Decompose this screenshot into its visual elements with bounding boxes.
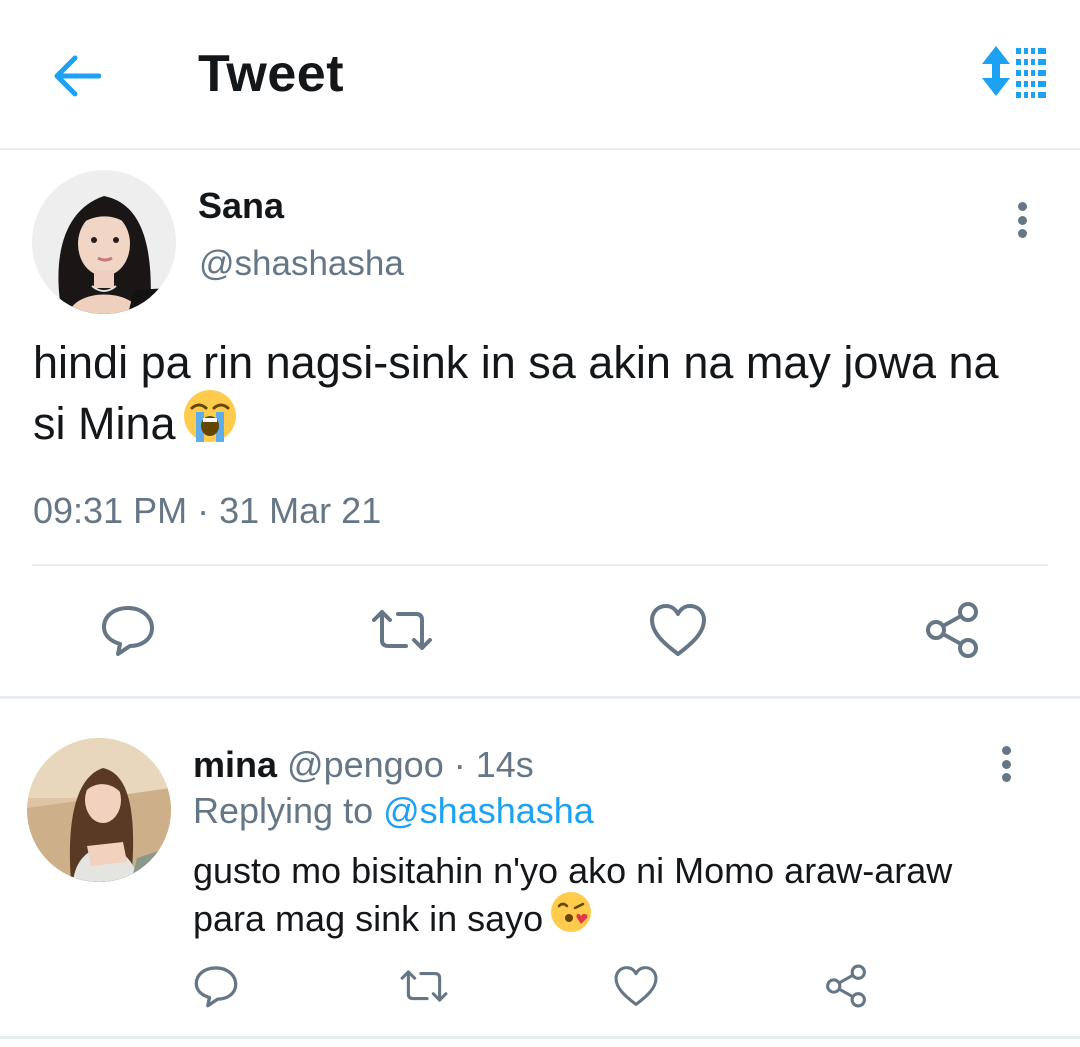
reply-reply-button[interactable]: [190, 960, 242, 1012]
reply-button[interactable]: [96, 598, 160, 662]
more-vertical-icon: [1017, 202, 1027, 211]
like-icon: [614, 966, 658, 1006]
author-name[interactable]: Sana: [198, 185, 284, 227]
tweet-text: hindi pa rin nagsi-sink in sa akin na ma…: [33, 334, 1043, 462]
retweet-icon: [400, 970, 448, 1002]
thread-divider: [0, 696, 1080, 699]
sort-list-icon: [982, 46, 1046, 100]
retweet-icon: [372, 610, 432, 650]
reply-avatar[interactable]: [27, 738, 171, 882]
face-blowing-a-kiss-icon: [549, 890, 593, 945]
author-handle[interactable]: @shashasha: [199, 244, 404, 284]
reply-icon: [102, 606, 154, 656]
replying-to: Replying to @shashasha: [193, 790, 594, 832]
tweet-time: 09:31 PM: [33, 490, 188, 531]
loudly-crying-face-icon: [182, 388, 238, 458]
tweet-options-button[interactable]: [1012, 196, 1032, 244]
like-icon: [650, 604, 706, 656]
share-icon: [826, 964, 866, 1008]
retweet-button[interactable]: [370, 598, 434, 662]
reply-retweet-button[interactable]: [398, 960, 450, 1012]
reply-text: gusto mo bisitahin n'yo ako ni Momo araw…: [193, 848, 1023, 949]
tweet-date: 31 Mar 21: [219, 490, 382, 531]
reply-meta-separator: ·: [453, 744, 466, 785]
reply-icon: [194, 966, 238, 1008]
reply-like-button[interactable]: [610, 960, 662, 1012]
page-title: Tweet: [198, 45, 345, 103]
reply-options-button[interactable]: [996, 740, 1016, 788]
back-button[interactable]: [48, 48, 104, 104]
reply-author-handle[interactable]: @pengoo: [287, 744, 444, 785]
replying-to-label: Replying to: [193, 790, 374, 831]
tweet-timestamp: 09:31 PM · 31 Mar 21: [33, 490, 381, 532]
like-button[interactable]: [646, 598, 710, 662]
reply-header: mina @pengoo · 14s: [193, 744, 534, 786]
arrow-left-icon: [54, 55, 101, 97]
share-icon: [926, 602, 978, 658]
tweet-body: hindi pa rin nagsi-sink in sa akin na ma…: [33, 337, 999, 449]
divider: [0, 1036, 1080, 1039]
more-vertical-icon: [1001, 746, 1011, 755]
divider: [32, 564, 1048, 566]
share-button[interactable]: [920, 598, 984, 662]
reply-share-button[interactable]: [820, 960, 872, 1012]
top-app-bar: Tweet: [0, 0, 1080, 150]
sort-replies-button[interactable]: [976, 44, 1048, 100]
replying-to-link[interactable]: @shashasha: [383, 790, 594, 831]
reply-age: 14s: [475, 744, 534, 785]
timestamp-separator: ·: [197, 490, 210, 531]
avatar[interactable]: [32, 170, 176, 314]
reply-author-name[interactable]: mina: [193, 744, 277, 785]
